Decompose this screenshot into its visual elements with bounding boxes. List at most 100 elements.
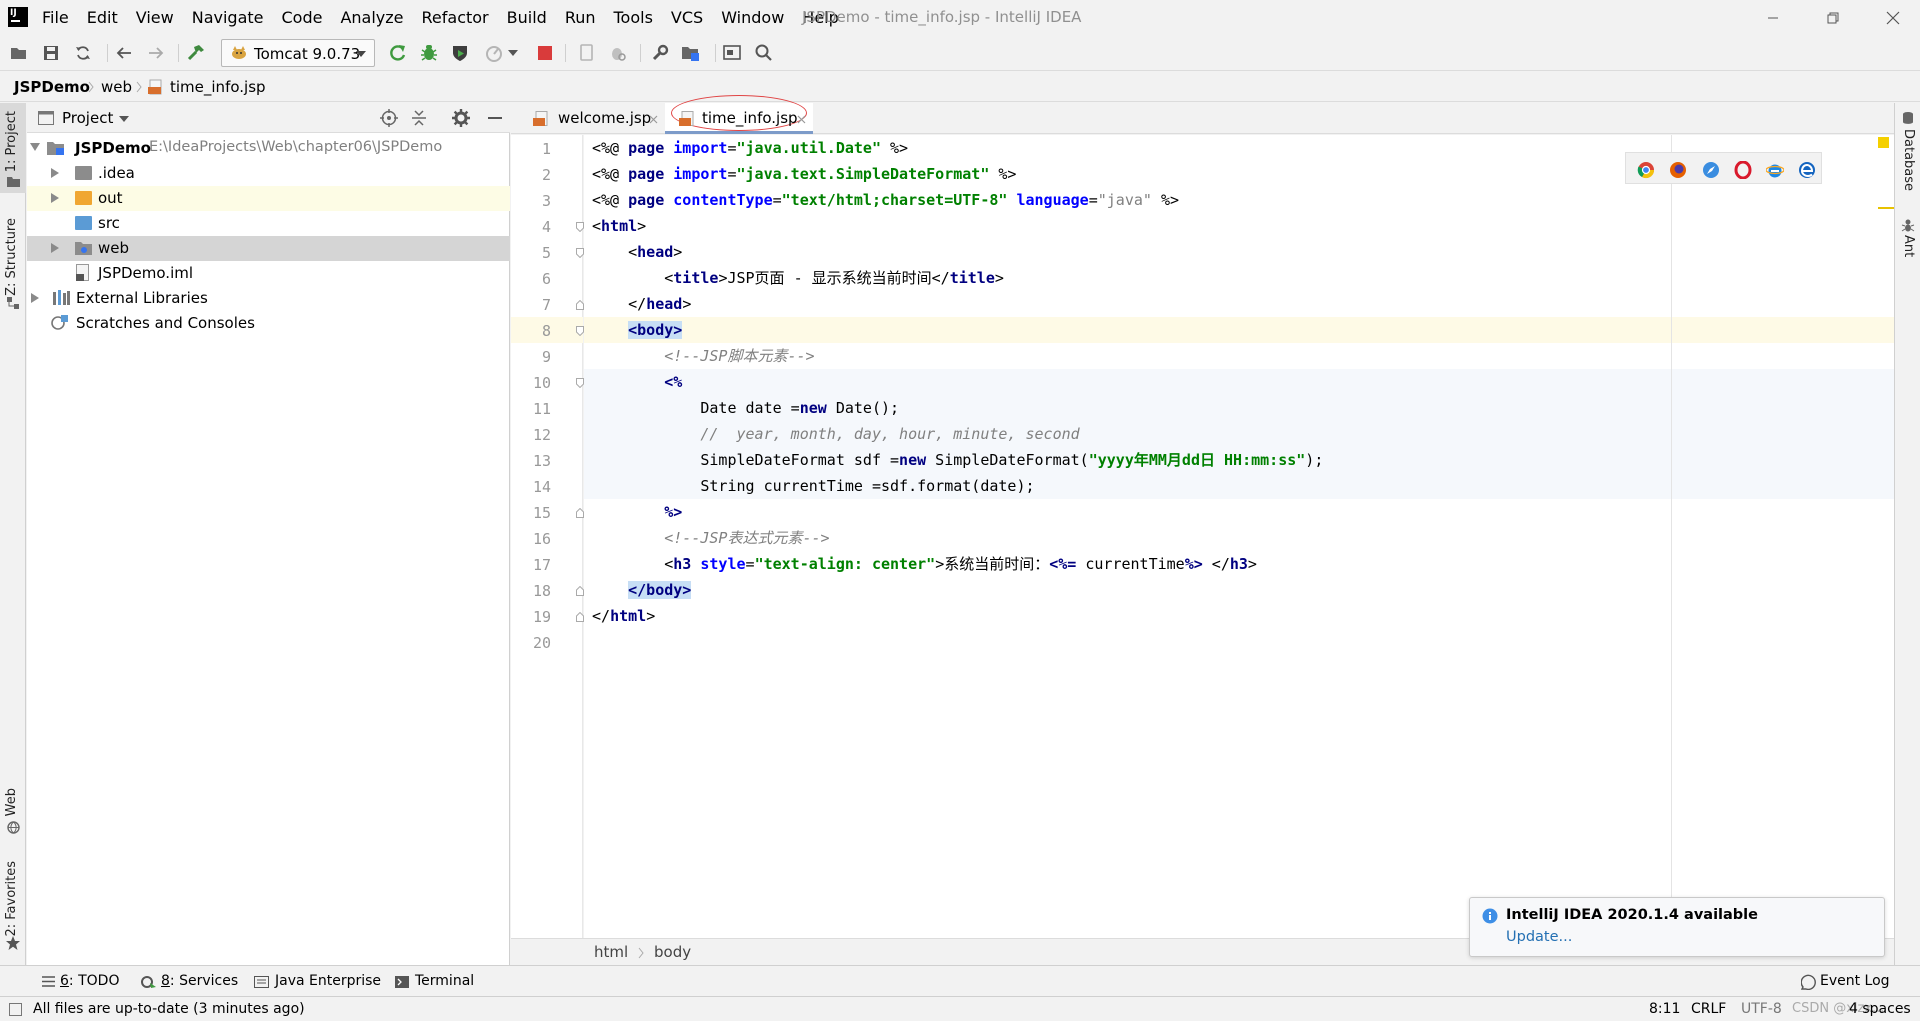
run-configuration-dropdown[interactable]: Tomcat 9.0.73 — [221, 39, 375, 67]
profile-dropdown[interactable] — [507, 43, 519, 63]
debug-button[interactable] — [419, 43, 439, 63]
fold-marker-icon[interactable] — [576, 508, 584, 518]
firefox-icon[interactable] — [1669, 161, 1687, 179]
build-project-button[interactable] — [186, 43, 206, 63]
safari-icon[interactable] — [1702, 161, 1720, 179]
menu-file[interactable]: File — [42, 8, 69, 27]
fold-marker-icon[interactable] — [576, 378, 584, 388]
expand-arrow-icon[interactable] — [30, 143, 40, 151]
menu-view[interactable]: View — [136, 8, 174, 27]
tool-tab-ant[interactable]: Ant — [1901, 235, 1916, 257]
tab-time-info-jsp[interactable]: time_info.jsp — [665, 95, 813, 134]
intellij-logo-icon: IJ — [8, 7, 28, 27]
caret-position[interactable]: 8:11 — [1649, 1001, 1680, 1017]
tree-item-external-libraries[interactable]: External Libraries — [27, 286, 510, 311]
internet-explorer-icon[interactable] — [1766, 161, 1784, 179]
tool-tab-web[interactable]: Web — [4, 788, 19, 816]
fold-marker-icon[interactable] — [576, 300, 584, 310]
opera-icon[interactable] — [1734, 161, 1752, 179]
indent-setting[interactable]: 4 spaces — [1849, 1001, 1911, 1017]
synchronize-button[interactable] — [73, 43, 93, 63]
presentation-mode-button[interactable] — [722, 43, 742, 63]
inspection-status-icon[interactable] — [1878, 137, 1889, 148]
close-tab-icon[interactable] — [649, 115, 658, 124]
nav-crumb-project[interactable]: JSPDemo — [14, 78, 90, 96]
menu-build[interactable]: Build — [507, 8, 547, 27]
tool-tab-database[interactable]: Database — [1901, 129, 1916, 191]
code-token: > — [673, 243, 683, 261]
code-token: %> — [881, 139, 909, 157]
chevron-down-icon[interactable] — [119, 116, 129, 122]
chrome-icon[interactable] — [1637, 161, 1655, 179]
update-link[interactable]: Update... — [1506, 929, 1572, 945]
expand-arrow-icon[interactable] — [51, 168, 59, 178]
logo-text: IJ — [10, 8, 17, 18]
minimize-button[interactable] — [1750, 0, 1796, 35]
forward-button[interactable] — [146, 43, 166, 63]
tree-item-src[interactable]: src — [27, 211, 510, 236]
hide-panel-icon[interactable] — [488, 117, 502, 120]
open-folder-button[interactable] — [9, 43, 29, 63]
tool-tab-structure[interactable]: Z: Structure — [4, 218, 19, 296]
menu-analyze[interactable]: Analyze — [340, 8, 403, 27]
restore-button[interactable] — [1810, 0, 1856, 35]
breadcrumb-html[interactable]: html — [594, 943, 628, 961]
tool-tab-favorites[interactable]: 2: Favorites — [4, 861, 19, 937]
close-tab-icon[interactable] — [797, 115, 806, 124]
project-structure-settings-button[interactable] — [650, 43, 670, 63]
line-separator[interactable]: CRLF — [1691, 1001, 1726, 1017]
attach-debugger-button[interactable] — [577, 43, 597, 63]
run-with-coverage-button[interactable] — [450, 43, 470, 63]
status-toggle-icon[interactable] — [9, 1003, 22, 1016]
tab-welcome-jsp[interactable]: welcome.jsp — [523, 103, 665, 134]
debug-coverage-button[interactable] — [608, 43, 628, 63]
tree-item-project-root[interactable]: JSPDemo E:\IdeaProjects\Web\chapter06\JS… — [27, 136, 510, 161]
menu-vcs[interactable]: VCS — [671, 8, 703, 27]
fold-marker-icon[interactable] — [576, 222, 584, 232]
collapse-all-icon[interactable] — [411, 109, 427, 127]
profile-button[interactable] — [484, 43, 504, 63]
locate-file-icon[interactable] — [380, 109, 398, 127]
breadcrumb-body[interactable]: body — [654, 943, 691, 961]
search-everywhere-button[interactable] — [754, 43, 774, 63]
menu-navigate[interactable]: Navigate — [192, 8, 264, 27]
menu-window[interactable]: Window — [721, 8, 784, 27]
event-log-button[interactable]: Event Log — [1820, 973, 1890, 989]
nav-crumb-file[interactable]: time_info.jsp — [170, 78, 266, 96]
tool-button-terminal[interactable]: Terminal — [415, 973, 474, 989]
menu-tools[interactable]: Tools — [614, 8, 653, 27]
project-panel-title[interactable]: Project — [62, 109, 113, 127]
tree-item-idea[interactable]: .idea — [27, 161, 510, 186]
file-encoding[interactable]: UTF-8 — [1741, 1001, 1782, 1017]
expand-arrow-icon[interactable] — [51, 193, 59, 203]
line-number: 19 — [532, 608, 551, 626]
menu-code[interactable]: Code — [282, 8, 323, 27]
tool-button-services[interactable]: 8: Services — [161, 973, 238, 989]
tool-tab-project[interactable]: 1: Project — [4, 111, 19, 172]
tree-item-web[interactable]: web — [27, 236, 510, 261]
menu-refactor[interactable]: Refactor — [422, 8, 489, 27]
stop-button[interactable] — [535, 43, 555, 63]
tree-item-iml[interactable]: JSPDemo.iml — [27, 261, 510, 286]
menu-edit[interactable]: Edit — [87, 8, 118, 27]
tool-button-java-enterprise[interactable]: Java Enterprise — [275, 973, 381, 989]
gear-icon[interactable] — [452, 109, 470, 127]
expand-arrow-icon[interactable] — [31, 293, 39, 303]
fold-marker-icon[interactable] — [576, 248, 584, 258]
nav-crumb-folder[interactable]: web — [101, 78, 132, 96]
save-all-button[interactable] — [41, 43, 61, 63]
tree-item-out[interactable]: out — [27, 186, 510, 211]
rerun-button[interactable] — [388, 43, 408, 63]
project-structure-button[interactable] — [681, 43, 701, 63]
tool-button-todo[interactable]: 6: TODO — [60, 973, 119, 989]
menu-run[interactable]: Run — [565, 8, 596, 27]
fold-marker-icon[interactable] — [576, 326, 584, 336]
code-editor[interactable]: <%@ page import="java.util.Date" %> <%@ … — [584, 135, 1894, 938]
fold-marker-icon[interactable] — [576, 612, 584, 622]
edge-icon[interactable] — [1798, 161, 1816, 179]
expand-arrow-icon[interactable] — [51, 243, 59, 253]
tree-item-scratches[interactable]: Scratches and Consoles — [27, 311, 510, 336]
close-window-button[interactable] — [1870, 0, 1916, 35]
back-button[interactable] — [114, 43, 134, 63]
fold-marker-icon[interactable] — [576, 586, 584, 596]
